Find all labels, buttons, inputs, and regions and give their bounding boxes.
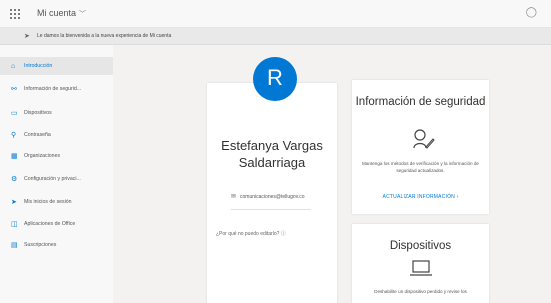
sidebar-item-introduccion[interactable]: ⌂ Introducción [0, 57, 113, 75]
sidebar-item-label: Contraseña [24, 132, 51, 138]
subscriptions-icon: ▤ [11, 242, 18, 249]
profile-name: Estefanya Vargas Saldarriaga [221, 138, 323, 170]
welcome-banner: ➤ Le damos la bienvenida a la nueva expe… [0, 28, 551, 45]
devices-card: Dispositivos Deshabilite un dispositivo … [352, 224, 489, 303]
sidebar-item-suscripciones[interactable]: ▤ Suscripciones [0, 236, 113, 254]
why-cant-edit-label: ¿Por qué no puedo editarlo? [216, 231, 280, 237]
top-bar: Mi cuenta ﹀ ◯ [0, 0, 551, 28]
update-info-label: ACTUALIZAR INFORMACIÓN [382, 194, 455, 200]
sidebar-item-label: Organizaciones [24, 153, 61, 159]
sidebar-item-organizaciones[interactable]: ▦ Organizaciones [0, 147, 113, 165]
sign-ins-icon: ➤ [11, 199, 17, 206]
devices-card-title: Dispositivos [389, 240, 452, 252]
profile-email: comunicaciones@tellugov.co [240, 194, 305, 200]
mail-icon: ✉ [231, 194, 237, 200]
profile-card: Estefanya Vargas Saldarriaga ✉ comunicaci… [207, 83, 337, 303]
info-icon: ⓘ [280, 231, 286, 237]
sidebar-item-inicios-sesion[interactable]: ➤ Mis inicios de sesión [0, 193, 113, 211]
sidebar-item-contrasena[interactable]: ⚲ Contraseña [0, 126, 113, 144]
chevron-right-icon: › [456, 194, 459, 200]
sidebar-item-label: Información de segurid... [24, 86, 82, 92]
app-title-label: Mi cuenta [37, 8, 77, 18]
devices-icon: ▭ [11, 110, 18, 117]
laptop-icon [410, 260, 432, 276]
sidebar-item-label: Dispositivos [24, 110, 52, 116]
password-key-icon: ⚲ [11, 132, 17, 139]
profile-email-row: ✉ comunicaciones@tellugov.co [231, 193, 305, 200]
sidebar-item-label: Mis inicios de sesión [24, 199, 72, 205]
app-title[interactable]: Mi cuenta ﹀ [37, 8, 86, 19]
sidebar-item-configuracion-privacidad[interactable]: ⚙ Configuración y privaci... [0, 170, 113, 188]
security-info-icon: ⚯ [11, 86, 17, 93]
security-info-card: Información de seguridad Mantenga los mé… [352, 80, 489, 214]
sidebar: ⌂ Introducción ⚯ Información de segurid.… [0, 45, 113, 303]
banner-text: Le damos la bienvenida a la nueva experi… [37, 33, 172, 39]
home-icon: ⌂ [11, 62, 16, 70]
chevron-down-icon: ﹀ [79, 11, 87, 18]
account-icon[interactable]: ◯ [526, 7, 537, 18]
devices-card-description: Deshabilite un dispositivo perdido y rev… [374, 289, 467, 294]
update-info-link[interactable]: ACTUALIZAR INFORMACIÓN › [352, 194, 489, 200]
app-launcher-icon[interactable] [10, 9, 20, 19]
sidebar-item-label: Introducción [24, 63, 53, 69]
sidebar-item-aplicaciones-office[interactable]: ◫ Aplicaciones de Office [0, 215, 113, 233]
security-card-description: Mantenga los métodos de verificación y l… [362, 161, 479, 173]
security-user-icon [413, 129, 435, 149]
office-apps-icon: ◫ [11, 221, 18, 228]
why-cant-edit-link[interactable]: ¿Por qué no puedo editarlo? ⓘ [216, 230, 286, 237]
avatar[interactable]: R [253, 57, 297, 101]
divider [231, 209, 311, 210]
sidebar-item-label: Suscripciones [24, 242, 57, 248]
settings-privacy-icon: ⚙ [11, 176, 18, 183]
organizations-icon: ▦ [11, 153, 18, 160]
sidebar-item-dispositivos[interactable]: ▭ Dispositivos [0, 104, 113, 122]
security-card-title: Información de seguridad [355, 96, 486, 108]
sidebar-item-label: Configuración y privaci... [24, 176, 81, 182]
sidebar-item-informacion-seguridad[interactable]: ⚯ Información de segurid... [0, 80, 113, 98]
sidebar-item-label: Aplicaciones de Office [24, 221, 76, 227]
megaphone-icon: ➤ [24, 33, 30, 40]
